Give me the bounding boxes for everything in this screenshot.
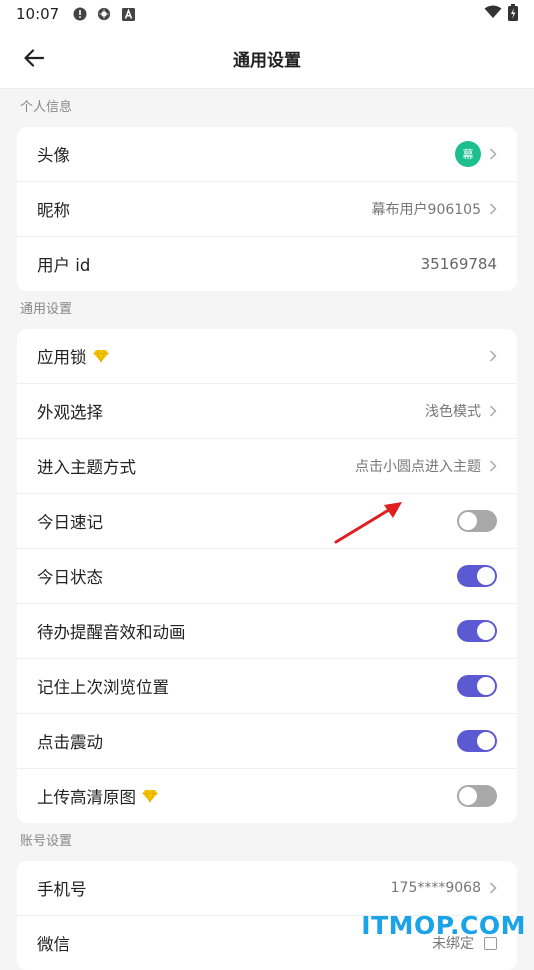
chevron-right-icon xyxy=(489,148,497,160)
quick-note-row: 今日速记 xyxy=(17,494,517,549)
upload-hd-toggle[interactable] xyxy=(457,785,497,807)
tap-vibrate-toggle[interactable] xyxy=(457,730,497,752)
alert-icon xyxy=(73,7,87,21)
app-lock-row[interactable]: 应用锁 xyxy=(17,329,517,384)
remember-position-row: 记住上次浏览位置 xyxy=(17,659,517,714)
today-status-label: 今日状态 xyxy=(37,568,103,587)
today-status-toggle[interactable] xyxy=(457,565,497,587)
annotation-arrow-icon xyxy=(334,502,402,544)
watermark: ITMOP.COM xyxy=(361,911,526,940)
todo-sound-toggle[interactable] xyxy=(457,620,497,642)
chevron-right-icon xyxy=(489,460,497,472)
tap-vibrate-label: 点击震动 xyxy=(37,733,103,752)
theme-entry-row[interactable]: 进入主题方式 点击小圆点进入主题 xyxy=(17,439,517,494)
upload-hd-label: 上传高清原图 xyxy=(37,788,136,807)
appearance-label: 外观选择 xyxy=(37,403,103,422)
nickname-label: 昵称 xyxy=(37,201,70,220)
phone-value: 175****9068 xyxy=(390,880,481,896)
appearance-row[interactable]: 外观选择 浅色模式 xyxy=(17,384,517,439)
diamond-icon xyxy=(142,789,158,803)
quick-note-toggle[interactable] xyxy=(457,510,497,532)
appearance-value: 浅色模式 xyxy=(425,404,481,420)
personal-card: 头像 幕 昵称 幕布用户906105 用户 id 35169784 xyxy=(17,127,517,291)
font-icon xyxy=(121,7,135,21)
wechat-label: 微信 xyxy=(37,935,70,954)
aperture-icon xyxy=(97,7,111,21)
battery-icon xyxy=(508,3,518,25)
general-card: 应用锁 外观选择 浅色模式 进入主题方式 点击小圆点进入主题 今日速记 今日状态… xyxy=(17,329,517,823)
status-bar: 10:07 xyxy=(0,0,534,28)
section-title-account: 账号设置 xyxy=(20,834,73,849)
header: 通用设置 xyxy=(0,28,534,89)
userid-value: 35169784 xyxy=(420,255,497,273)
diamond-icon xyxy=(93,349,109,363)
tap-vibrate-row: 点击震动 xyxy=(17,714,517,769)
remember-position-label: 记住上次浏览位置 xyxy=(37,678,169,697)
chevron-right-icon xyxy=(489,405,497,417)
nickname-value: 幕布用户906105 xyxy=(371,202,481,218)
chevron-right-icon xyxy=(489,203,497,215)
wifi-icon xyxy=(484,5,502,23)
todo-sound-row: 待办提醒音效和动画 xyxy=(17,604,517,659)
today-status-row: 今日状态 xyxy=(17,549,517,604)
upload-hd-row: 上传高清原图 xyxy=(17,769,517,823)
avatar-row[interactable]: 头像 幕 xyxy=(17,127,517,182)
remember-position-toggle[interactable] xyxy=(457,675,497,697)
theme-entry-label: 进入主题方式 xyxy=(37,458,136,477)
phone-row[interactable]: 手机号 175****9068 xyxy=(17,861,517,916)
avatar: 幕 xyxy=(455,141,481,167)
nickname-row[interactable]: 昵称 幕布用户906105 xyxy=(17,182,517,237)
section-title-personal: 个人信息 xyxy=(20,100,73,115)
theme-entry-value: 点击小圆点进入主题 xyxy=(355,459,481,475)
chevron-right-icon xyxy=(489,350,497,362)
chevron-right-icon xyxy=(489,882,497,894)
userid-label: 用户 id xyxy=(37,256,91,275)
avatar-label: 头像 xyxy=(37,146,70,165)
app-lock-label: 应用锁 xyxy=(37,348,87,367)
quick-note-label: 今日速记 xyxy=(37,513,103,532)
phone-label: 手机号 xyxy=(37,880,87,899)
section-title-general: 通用设置 xyxy=(20,302,73,317)
back-arrow-icon[interactable] xyxy=(20,44,48,72)
todo-sound-label: 待办提醒音效和动画 xyxy=(37,623,186,642)
status-time: 10:07 xyxy=(16,5,60,23)
page-title: 通用设置 xyxy=(233,50,301,71)
userid-row: 用户 id 35169784 xyxy=(17,237,517,291)
